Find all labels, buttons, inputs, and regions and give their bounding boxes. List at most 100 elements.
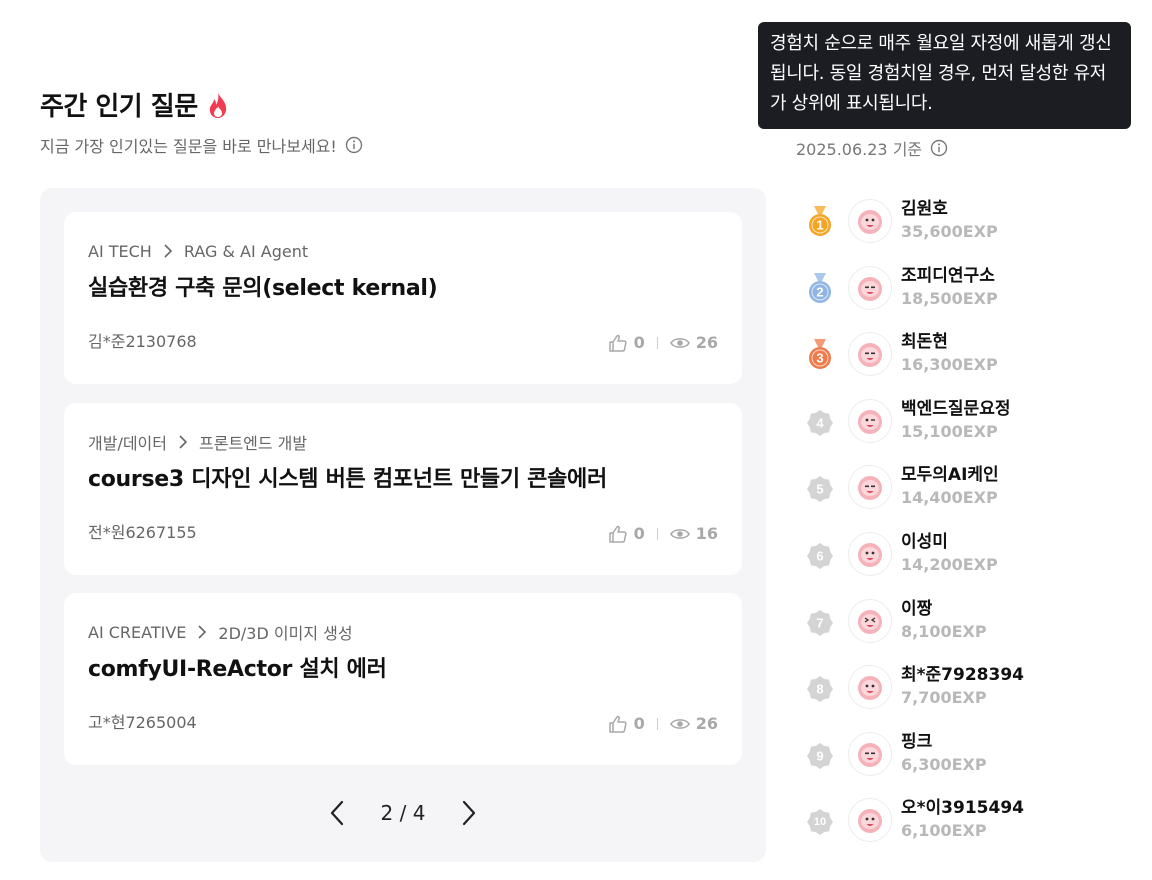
ranking-user-info: 최*준7928394 7,700EXP	[901, 664, 1024, 710]
like-count-value: 0	[633, 524, 645, 543]
ranking-user-info: 김원호 35,600EXP	[901, 198, 998, 244]
eye-icon	[669, 718, 690, 729]
avatar[interactable]	[848, 532, 892, 576]
rank-badge-icon: 10	[807, 809, 833, 836]
question-author: 김*준2130768	[88, 332, 197, 351]
ranking-item[interactable]: 3 최돈현 16,300EXP	[806, 329, 1126, 379]
svg-text:9: 9	[816, 748, 823, 763]
question-stats: 0 26	[608, 714, 718, 733]
eye-icon	[669, 528, 690, 539]
question-title[interactable]: 실습환경 구축 문의(select kernal)	[88, 270, 718, 302]
ranking-user-info: 백엔드질문요정 15,100EXP	[901, 398, 1010, 444]
ranking-user-exp: 14,200EXP	[901, 555, 998, 574]
question-subcategory: 2D/3D 이미지 생성	[218, 624, 353, 643]
avatar[interactable]	[848, 398, 892, 443]
like-count: 0	[608, 333, 645, 352]
question-subcategory: 프론트엔드 개발	[199, 434, 308, 453]
avatar[interactable]	[848, 731, 892, 776]
rank-badge-icon: 8	[807, 676, 833, 703]
ranking-user-exp: 6,100EXP	[901, 821, 987, 841]
stats-divider	[656, 527, 658, 540]
rank-badge-icon: 6	[807, 543, 833, 569]
avatar[interactable]	[848, 598, 892, 643]
ranking-basis: 2025.06.23 기준	[796, 136, 948, 160]
avatar[interactable]	[848, 199, 892, 243]
ranking-item[interactable]: 9 핑크 6,300EXP	[806, 729, 1126, 779]
view-count: 26	[669, 714, 718, 733]
popular-questions-panel: AI TECH RAG & AI Agent 실습환경 구축 문의(select…	[40, 188, 766, 862]
page-indicator: 2 / 4	[380, 801, 426, 825]
ranking-user-name[interactable]: 백엔드질문요정	[901, 398, 1010, 420]
view-count: 16	[669, 524, 718, 543]
ranking-user-exp: 16,300EXP	[901, 355, 998, 375]
thumbs-up-icon	[608, 715, 627, 733]
page-title: 주간 인기 질문	[40, 86, 230, 123]
question-card[interactable]: AI TECH RAG & AI Agent 실습환경 구축 문의(select…	[64, 212, 742, 384]
view-count-value: 26	[695, 333, 718, 352]
ranking-item[interactable]: 5 모두의AI케인 14,400EXP	[806, 462, 1126, 512]
svg-text:6: 6	[816, 549, 823, 564]
ranking-user-info: 조피디연구소 18,500EXP	[901, 265, 998, 311]
ranking-user-name[interactable]: 최*준7928394	[901, 664, 1024, 686]
silver-medal-icon: 2	[809, 272, 831, 303]
chevron-right-icon	[198, 625, 207, 639]
question-breadcrumb: AI CREATIVE 2D/3D 이미지 생성	[88, 621, 718, 644]
avatar[interactable]	[848, 798, 892, 843]
info-icon[interactable]	[930, 139, 948, 157]
chevron-right-icon[interactable]	[459, 800, 479, 826]
avatar[interactable]	[848, 665, 892, 710]
ranking-user-name[interactable]: 이짱	[901, 598, 987, 620]
question-stats: 0 26	[608, 333, 718, 352]
thumbs-up-icon	[608, 525, 627, 543]
ranking-user-name[interactable]: 오*이3915494	[901, 797, 1024, 819]
gold-medal-icon: 1	[809, 206, 831, 236]
ranking-user-info: 핑크 6,300EXP	[901, 731, 987, 777]
question-stats: 0 16	[608, 524, 718, 543]
ranking-item[interactable]: 7 이짱 8,100EXP	[806, 596, 1126, 646]
question-card[interactable]: AI CREATIVE 2D/3D 이미지 생성 comfyUI-ReActor…	[64, 593, 742, 765]
question-breadcrumb: 개발/데이터 프론트엔드 개발	[88, 431, 718, 453]
question-category: 개발/데이터	[88, 434, 167, 453]
ranking-user-name[interactable]: 조피디연구소	[901, 265, 998, 287]
ranking-item[interactable]: 1 김원호 35,600EXP	[806, 196, 1126, 246]
info-icon[interactable]	[345, 136, 363, 154]
ranking-item[interactable]: 2 조피디연구소 18,500EXP	[806, 263, 1126, 313]
ranking-user-exp: 14,400EXP	[901, 488, 998, 508]
svg-text:7: 7	[816, 615, 823, 630]
ranking-user-info: 이성미 14,200EXP	[901, 531, 998, 577]
ranking-item[interactable]: 4 백엔드질문요정 15,100EXP	[806, 396, 1126, 446]
ranking-user-exp: 35,600EXP	[901, 222, 998, 241]
ranking-user-name[interactable]: 핑크	[901, 731, 987, 753]
question-title[interactable]: comfyUI-ReActor 설치 에러	[88, 651, 718, 683]
ranking-user-exp: 18,500EXP	[901, 288, 998, 308]
question-author: 고*현7265004	[88, 713, 197, 732]
avatar[interactable]	[848, 332, 892, 377]
ranking-user-name[interactable]: 이성미	[901, 531, 998, 553]
view-count: 26	[669, 333, 718, 352]
rank-badge-icon: 7	[807, 609, 833, 636]
eye-icon	[669, 337, 690, 348]
like-count-value: 0	[633, 714, 645, 733]
ranking-item[interactable]: 8 최*준7928394 7,700EXP	[806, 662, 1126, 712]
avatar[interactable]	[848, 465, 892, 510]
ranking-user-name[interactable]: 최돈현	[901, 331, 998, 353]
view-count-value: 16	[695, 524, 718, 543]
svg-text:10: 10	[814, 816, 826, 828]
ranking-user-name[interactable]: 김원호	[901, 198, 998, 220]
pagination: 2 / 4	[40, 800, 766, 826]
ranking-item[interactable]: 10 오*이3915494 6,100EXP	[806, 795, 1126, 845]
question-title[interactable]: course3 디자인 시스템 버튼 컴포넌트 만들기 콘솔에러	[88, 461, 718, 493]
question-category: AI TECH	[88, 241, 152, 261]
ranking-basis-date: 2025.06.23 기준	[796, 140, 923, 159]
ranking-info-tooltip: 경험치 순으로 매주 월요일 자정에 새롭게 갱신됩니다. 동일 경험치일 경우…	[758, 22, 1131, 129]
chevron-right-icon	[164, 244, 172, 258]
ranking-user-name[interactable]: 모두의AI케인	[901, 464, 999, 486]
question-category: AI CREATIVE	[88, 622, 187, 642]
svg-text:5: 5	[816, 482, 823, 497]
chevron-left-icon[interactable]	[327, 800, 347, 826]
question-card[interactable]: 개발/데이터 프론트엔드 개발 course3 디자인 시스템 버튼 컴포넌트 …	[64, 403, 742, 575]
bronze-medal-icon: 3	[809, 339, 831, 370]
page-title-text: 주간 인기 질문	[40, 92, 198, 122]
ranking-item[interactable]: 6 이성미 14,200EXP	[806, 529, 1126, 579]
avatar[interactable]	[848, 265, 892, 310]
